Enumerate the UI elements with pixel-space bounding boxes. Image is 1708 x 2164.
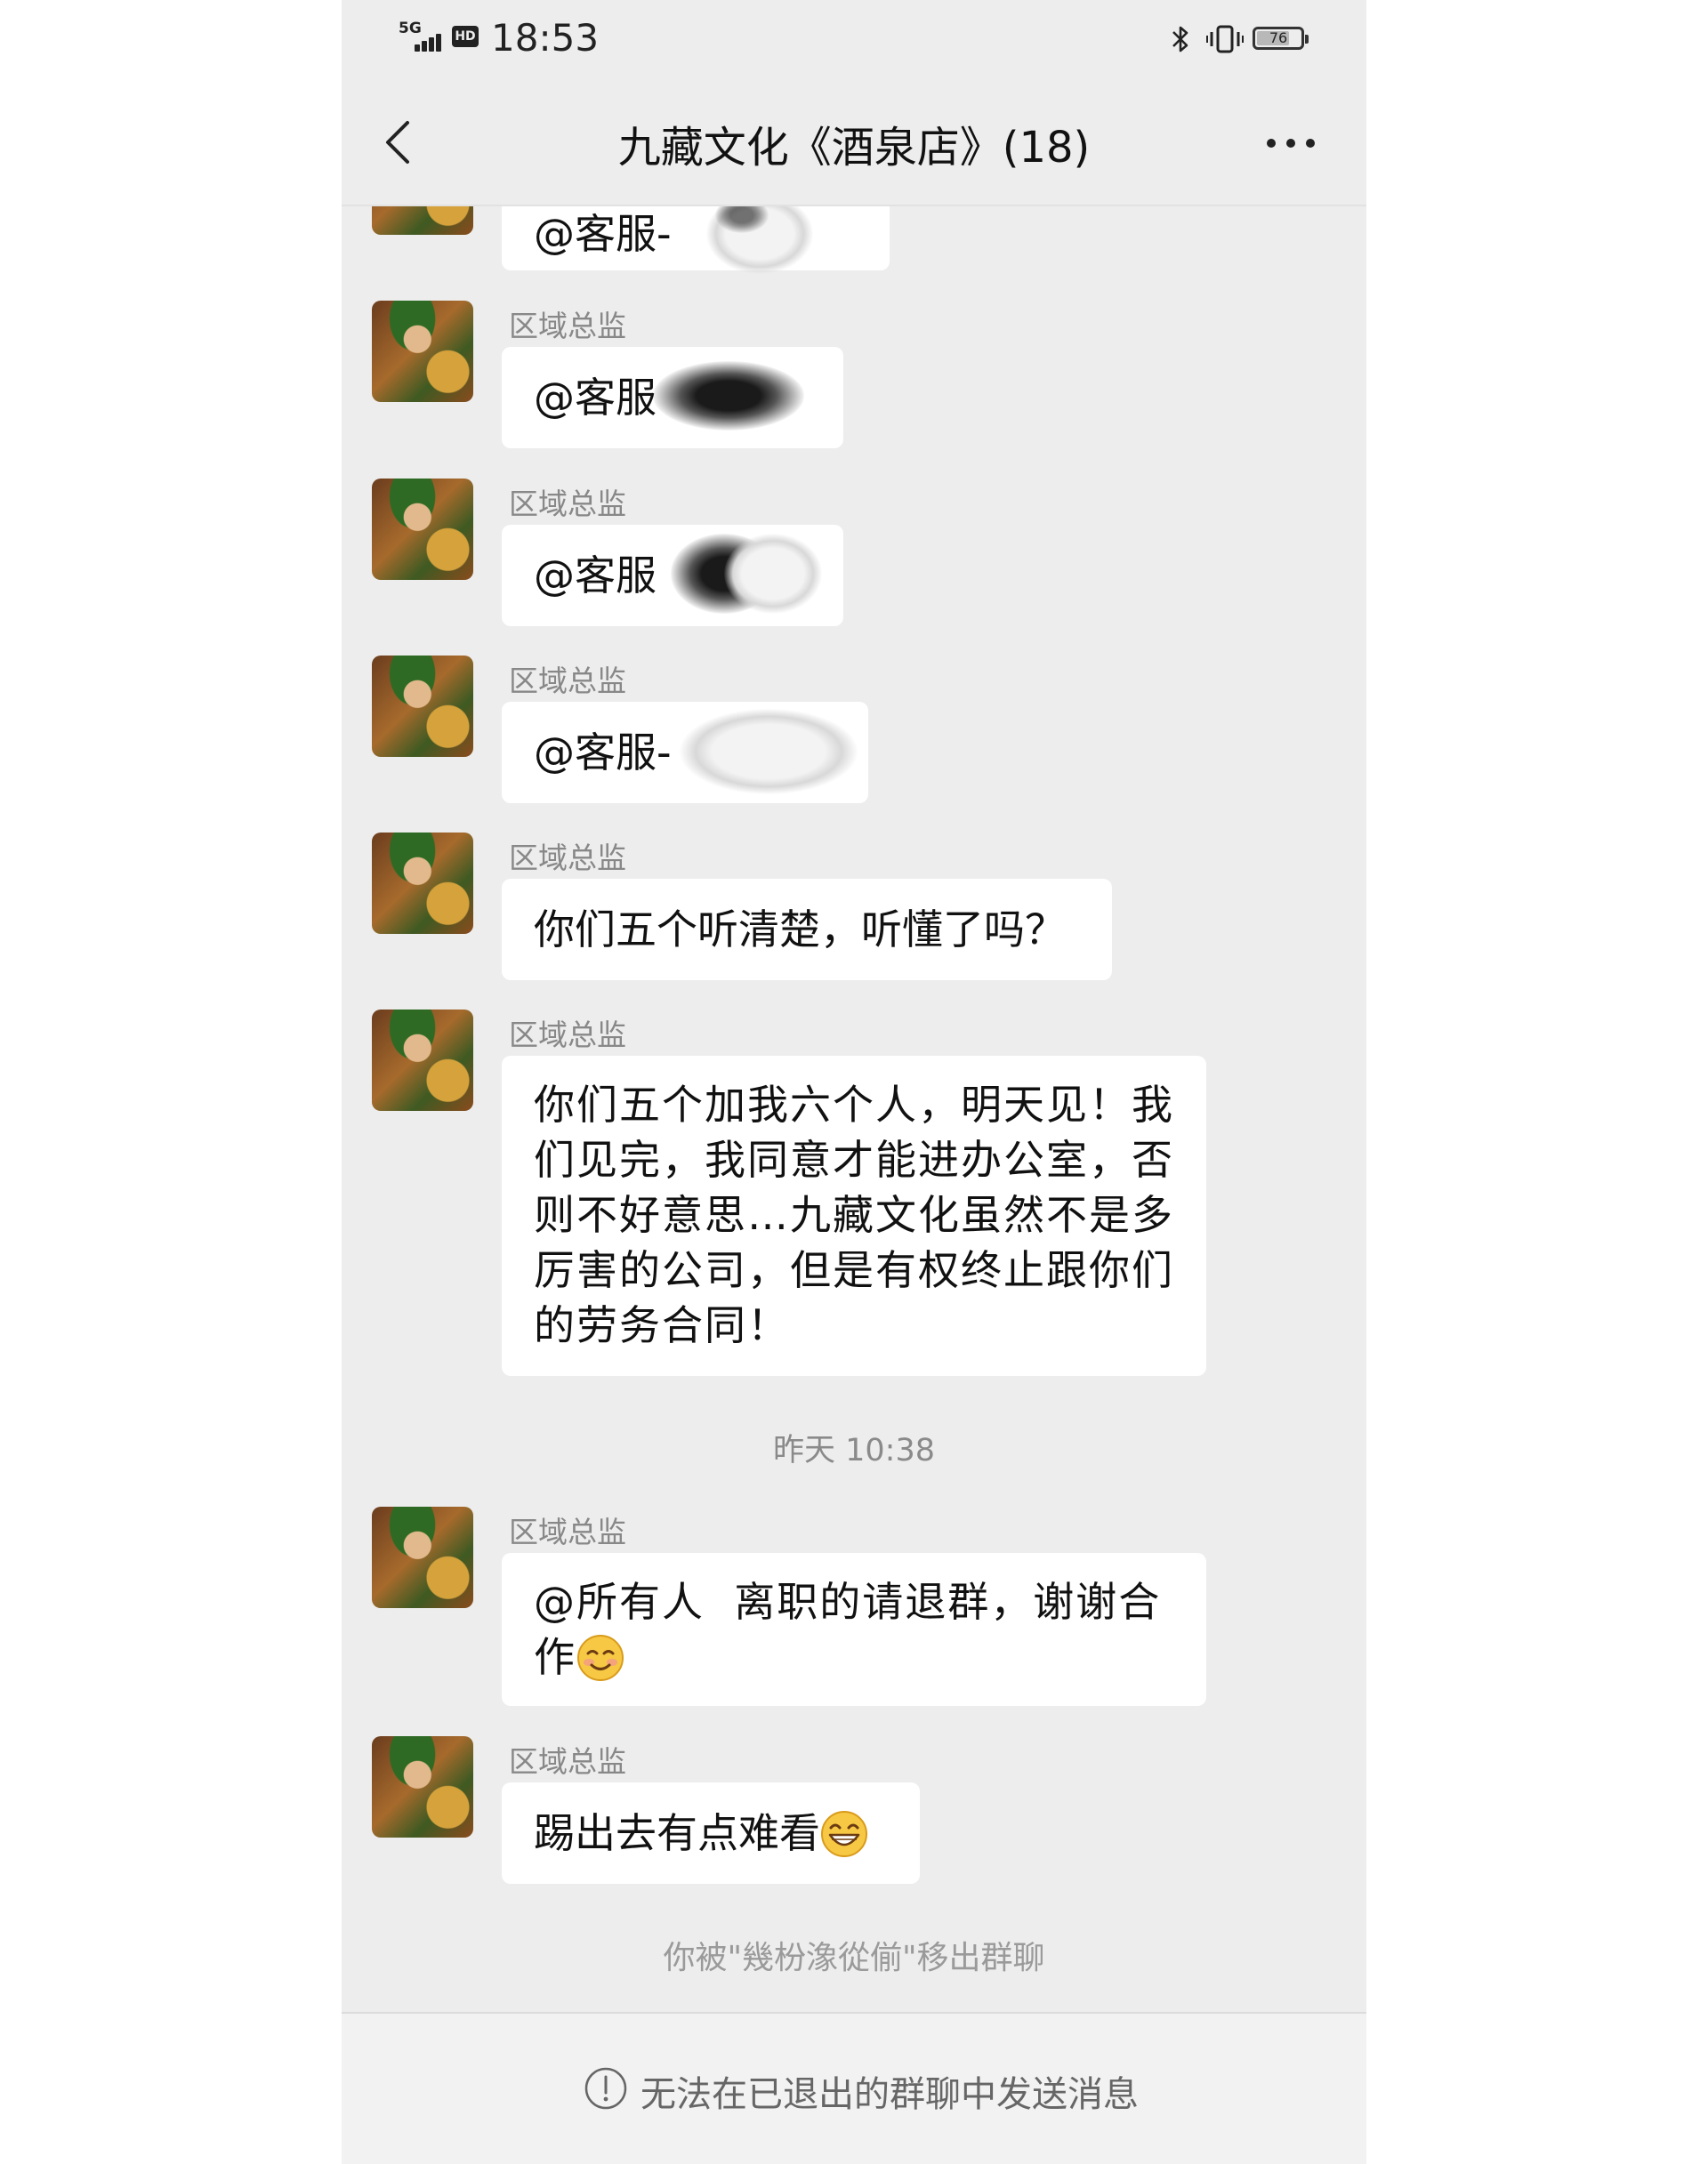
sender-name: 区域总监: [509, 487, 626, 521]
message-bubble[interactable]: 你们五个听清楚，听懂了吗？: [502, 879, 1112, 980]
input-disabled-bar: 无法在已退出的群聊中发送消息: [342, 2012, 1366, 2164]
avatar[interactable]: [372, 1010, 473, 1111]
avatar[interactable]: [372, 479, 473, 580]
vibrate-icon: [1206, 25, 1244, 53]
sender-name: 区域总监: [509, 1744, 626, 1779]
more-icon[interactable]: [1267, 133, 1329, 151]
sender-name: 区域总监: [509, 841, 626, 875]
message-bubble[interactable]: @客服-: [502, 702, 868, 803]
sender-name: 区域总监: [509, 664, 626, 698]
message-bubble[interactable]: @客服-: [502, 206, 890, 274]
chevron-left-icon[interactable]: [377, 116, 422, 169]
sender-name: 区域总监: [509, 1515, 626, 1549]
smiling-face-emoji: [577, 1635, 624, 1681]
battery-icon: 76: [1253, 27, 1309, 50]
phone-screen: 5G HD 18:53 76 九藏文化《酒泉店》(18) @客服- 区域总监 @…: [342, 0, 1366, 2164]
signal-icon: 5G: [399, 20, 445, 55]
avatar[interactable]: [372, 1736, 473, 1838]
system-notice: 你被"幾枌潒從偂"移出群聊: [663, 1940, 1045, 1976]
avatar[interactable]: [372, 206, 473, 235]
message-bubble[interactable]: 你们五个加我六个人，明天见！我们见完，我同意才能进办公室，否则不好意思…九藏文化…: [502, 1056, 1206, 1376]
message-list[interactable]: @客服- 区域总监 @客服 区域总监 @客服 区域总监 @客服- 区域总监 你们…: [342, 206, 1366, 2012]
grinning-face-emoji: [821, 1811, 867, 1857]
avatar[interactable]: [372, 656, 473, 757]
status-time: 18:53: [491, 16, 600, 60]
bluetooth-icon: [1172, 26, 1188, 52]
warning-circle-icon: [584, 2067, 627, 2110]
chat-title: 九藏文化《酒泉店》(18): [617, 123, 1091, 173]
message-bubble[interactable]: @客服: [502, 525, 843, 626]
chat-timestamp: 昨天 10:38: [773, 1433, 935, 1468]
battery-percent: 76: [1269, 29, 1288, 46]
message-bubble[interactable]: @客服: [502, 347, 843, 448]
hd-badge: HD: [452, 26, 479, 47]
message-bubble[interactable]: @所有人 离职的请退群，谢谢合作: [502, 1553, 1206, 1706]
sender-name: 区域总监: [509, 309, 626, 343]
avatar[interactable]: [372, 301, 473, 402]
chat-header: 九藏文化《酒泉店》(18): [342, 80, 1366, 206]
disabled-send-notice: 无法在已退出的群聊中发送消息: [640, 2074, 1139, 2115]
message-bubble[interactable]: 踢出去有点难看: [502, 1782, 920, 1884]
avatar[interactable]: [372, 833, 473, 934]
status-bar: 5G HD 18:53 76: [342, 0, 1366, 80]
avatar[interactable]: [372, 1507, 473, 1608]
sender-name: 区域总监: [509, 1018, 626, 1052]
